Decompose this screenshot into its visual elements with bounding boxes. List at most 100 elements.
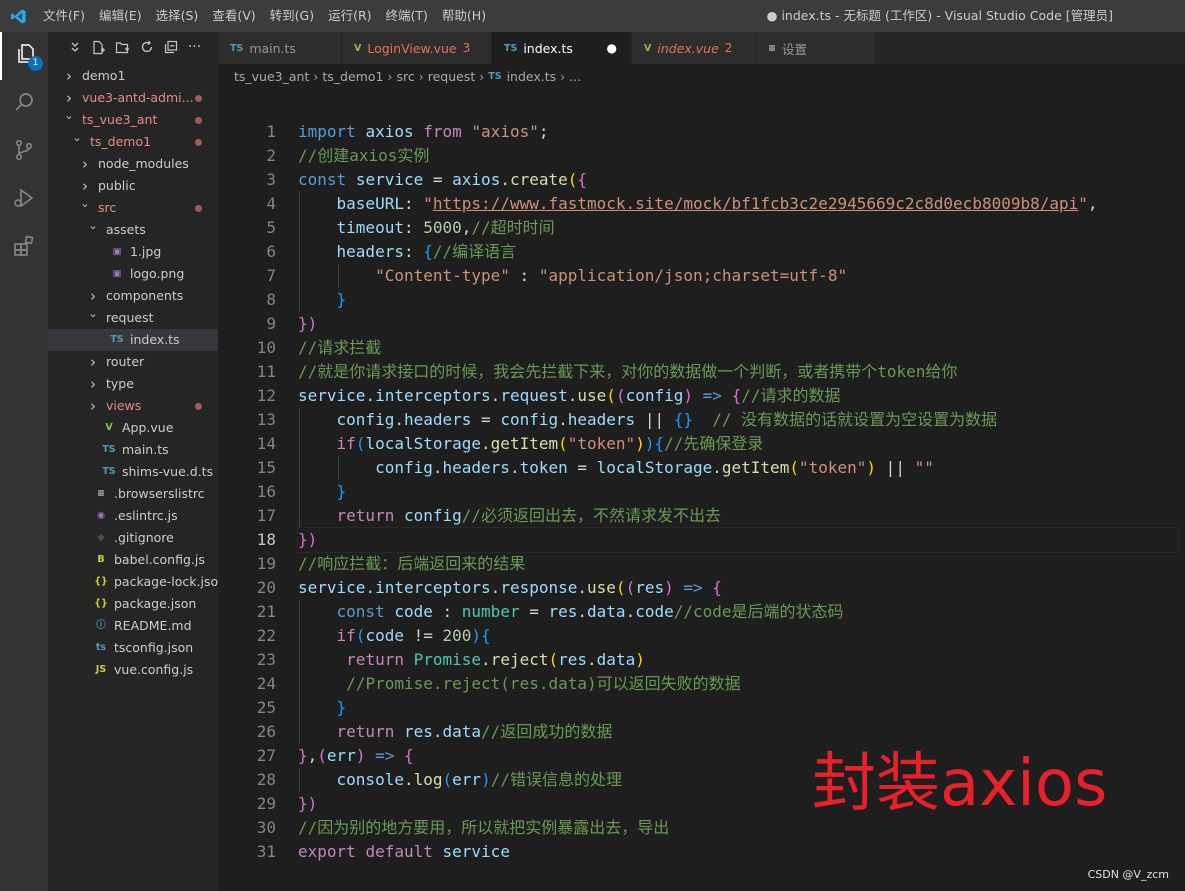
breadcrumb-item[interactable]: ... [569, 69, 581, 84]
code-line[interactable]: baseURL: "https://www.fastmock.site/mock… [298, 192, 1178, 216]
tree-item[interactable]: ⌄ ts_demo1 [48, 131, 218, 153]
code-line[interactable]: const code : number = res.data.code//cod… [298, 600, 1178, 624]
tab-indexvue[interactable]: Vindex.vue 2 [632, 32, 756, 64]
tree-item[interactable]: V App.vue [48, 417, 218, 439]
tree-item[interactable]: {} package-lock.json [48, 571, 226, 593]
code-line[interactable]: }) [297, 527, 1179, 553]
code-line[interactable]: return config//必须返回出去，不然请求发不出去 [298, 504, 1178, 528]
chevron-right-icon: › [90, 397, 96, 415]
code-line[interactable]: return Promise.reject(res.data) [298, 648, 1178, 672]
unsaved-dot[interactable]: ● [607, 41, 617, 55]
menu-item[interactable]: 查看(V) [205, 0, 262, 32]
new-folder-icon[interactable] [114, 39, 131, 56]
new-file-icon[interactable] [90, 39, 107, 56]
tree-item[interactable]: › type [48, 373, 218, 395]
refresh-icon[interactable] [138, 39, 155, 56]
code-line[interactable]: headers: {//编译语言 [298, 240, 1178, 264]
line-number: 1 [266, 122, 276, 141]
tab-maints[interactable]: TS main.ts [218, 32, 342, 64]
tree-item[interactable]: ▣ logo.png [48, 263, 218, 285]
run-debug-activity-button[interactable] [0, 176, 48, 224]
menu-item[interactable]: 终端(T) [379, 0, 435, 32]
code-line[interactable]: if(code != 200){ [298, 624, 1178, 648]
code-line[interactable]: import axios from "axios"; [298, 120, 1178, 144]
breadcrumb-item[interactable]: src [396, 69, 414, 84]
code-line[interactable]: service.interceptors.response.use((res) … [298, 576, 1178, 600]
code-line[interactable]: }) [298, 312, 1178, 336]
menu-item[interactable]: 选择(S) [149, 0, 206, 32]
code-line[interactable]: if(localStorage.getItem("token")){//先确保登… [298, 432, 1178, 456]
code-line[interactable]: } [298, 288, 1178, 312]
code-line[interactable]: service.interceptors.request.use((config… [298, 384, 1178, 408]
menu-item[interactable]: 文件(F) [36, 0, 92, 32]
menu-item[interactable]: 帮助(H) [435, 0, 493, 32]
menu-item[interactable]: 转到(G) [263, 0, 321, 32]
tree-item[interactable]: ⌄ assets [48, 219, 218, 241]
tree-item[interactable]: TS shims-vue.d.ts [48, 461, 218, 483]
tree-item[interactable]: JS vue.config.js [48, 659, 218, 681]
tree-item[interactable]: › views [48, 395, 218, 417]
code-editor[interactable]: 1 2 3 4 5 6 7 8 9 10 11 12 13 14 15 16 17 18 19 20 21 22 23 24 2… [218, 88, 1185, 891]
search-activity-button[interactable] [0, 80, 48, 128]
collapse-all-icon[interactable] [162, 39, 179, 56]
code-token: . [403, 770, 414, 789]
line-number: 9 [266, 314, 276, 333]
tree-item-label: tsconfig.json [114, 640, 194, 655]
tree-item[interactable]: › router [48, 351, 218, 373]
code-line[interactable]: timeout: 5000,//超时时间 [298, 216, 1178, 240]
extensions-activity-button[interactable] [0, 224, 48, 272]
code-token: baseURL [336, 194, 404, 213]
code-token: res [403, 722, 433, 741]
code-token: headers [336, 242, 404, 261]
tab-label: index.ts [523, 40, 573, 56]
code-line[interactable]: } [298, 696, 1178, 720]
code-line[interactable]: config.headers = config.headers || {} //… [298, 408, 1178, 432]
code-line[interactable]: const service = axios.create({ [298, 168, 1178, 192]
code-line[interactable]: export default service [298, 840, 1178, 864]
watermark: CSDN @V_zcm [1087, 868, 1169, 881]
tree-item[interactable]: ts tsconfig.json [48, 637, 218, 659]
menu-item[interactable]: 编辑(E) [92, 0, 149, 32]
tree-item[interactable]: Bbabel.config.js [48, 549, 218, 571]
menu-item[interactable]: 运行(R) [321, 0, 378, 32]
code-line[interactable]: //Promise.reject(res.data)可以返回失败的数据 [298, 672, 1178, 696]
tab-indexts[interactable]: TS index.ts ● [492, 32, 632, 64]
code-line[interactable]: return res.data//返回成功的数据 [298, 720, 1178, 744]
tree-item[interactable]: ◆ .gitignore [48, 527, 218, 549]
breadcrumb-item[interactable]: request [428, 69, 476, 84]
breadcrumb-item[interactable]: ts_demo1 [322, 69, 383, 84]
indent-guide [299, 432, 300, 456]
tab-[interactable]: ≡ 设置 [756, 32, 876, 64]
tree-item[interactable]: ⌄ src [48, 197, 218, 219]
tree-item[interactable]: ◉ .eslintrc.js [48, 505, 218, 527]
collapse-icon[interactable] [66, 39, 83, 56]
tree-item[interactable]: › public [48, 175, 218, 197]
tree-item[interactable]: TS index.ts [48, 329, 218, 351]
explorer-activity-button[interactable]: 1 [0, 32, 48, 80]
code-line[interactable]: //就是你请求接口的时候，我会先拦截下来，对你的数据做一个判断，或者携带个tok… [298, 360, 1178, 384]
more-actions-icon[interactable]: ··· [186, 39, 203, 56]
tree-item[interactable]: › node_modules [48, 153, 218, 175]
source-control-activity-button[interactable] [0, 128, 48, 176]
tree-item[interactable]: ⌄ request [48, 307, 218, 329]
tree-item[interactable]: ▣ 1.jpg [48, 241, 218, 263]
tree-item[interactable]: {} package.json [48, 593, 218, 615]
tree-item[interactable]: › demo1 [48, 65, 218, 87]
breadcrumb-item[interactable]: ts_vue3_ant [234, 69, 309, 84]
tree-item[interactable]: › components [48, 285, 218, 307]
tab-loginviewvue[interactable]: V LoginView.vue 3 [342, 32, 492, 64]
breadcrumb-item[interactable]: index.ts [507, 69, 557, 84]
tree-item[interactable]: ⓘ README.md [48, 615, 218, 637]
code-line[interactable]: config.headers.token = localStorage.getI… [298, 456, 1178, 480]
window-title: ● index.ts - 无标题 (工作区) - Visual Studio C… [766, 8, 1113, 23]
code-line[interactable]: //创建axios实例 [298, 144, 1178, 168]
code-line[interactable]: //请求拦截 [298, 336, 1178, 360]
code-line[interactable]: //响应拦截：后端返回来的结果 [298, 552, 1178, 576]
code-line[interactable]: "Content-type" : "application/json;chars… [298, 264, 1178, 288]
tree-item[interactable]: ≡ .browserslistrc [48, 483, 218, 505]
code-line[interactable]: } [298, 480, 1178, 504]
tree-item[interactable]: TS main.ts [48, 439, 218, 461]
tree-item-label: App.vue [122, 420, 174, 435]
